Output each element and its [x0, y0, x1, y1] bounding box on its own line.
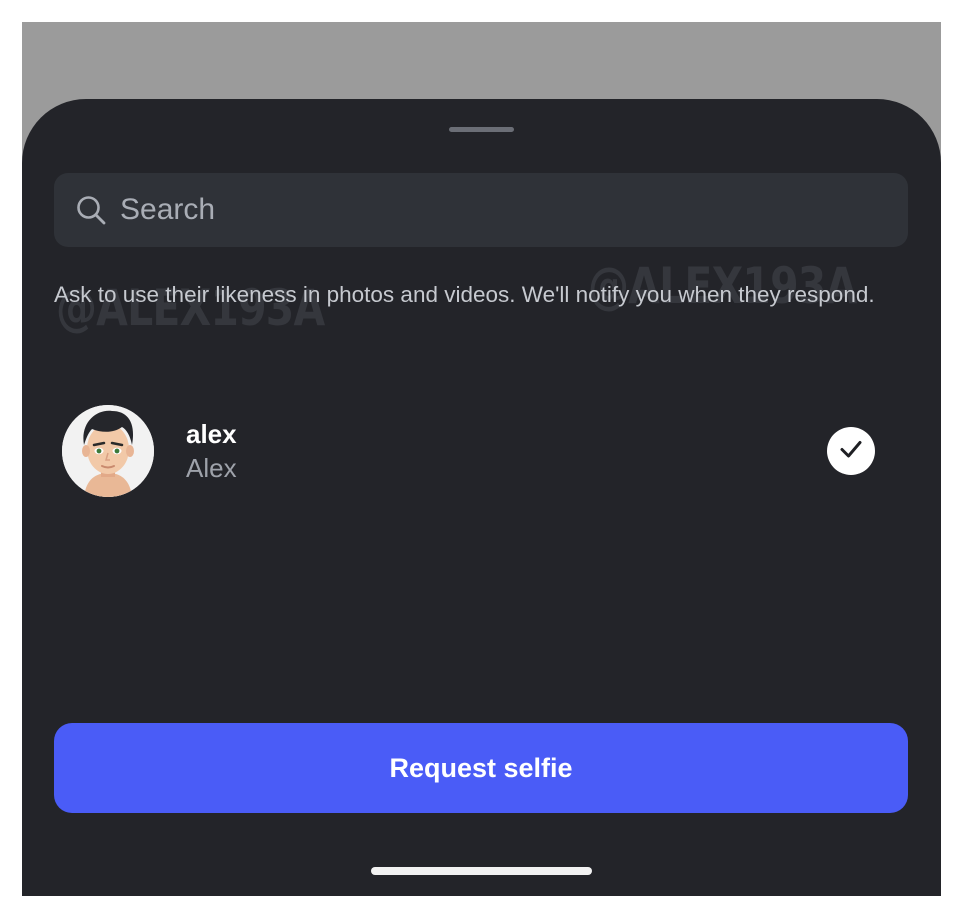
search-input[interactable] [120, 193, 880, 227]
request-selfie-button[interactable]: Request selfie [54, 723, 908, 813]
checkmark-icon [838, 436, 864, 467]
search-bar[interactable] [54, 173, 908, 247]
contact-row[interactable]: alex Alex [62, 405, 882, 499]
sheet-grabber[interactable] [449, 127, 514, 132]
phone-screen: @ALEX193A @ALEX193A Ask to use their lik… [22, 22, 941, 896]
selection-checkbox[interactable] [827, 427, 875, 475]
hint-text: Ask to use their likeness in photos and … [54, 282, 875, 307]
avatar-icon [62, 405, 154, 497]
search-icon [74, 193, 108, 227]
contact-display-name: Alex [186, 453, 237, 483]
contact-username: alex [186, 419, 237, 449]
home-indicator [371, 867, 592, 875]
bottom-sheet: @ALEX193A @ALEX193A Ask to use their lik… [22, 99, 941, 896]
